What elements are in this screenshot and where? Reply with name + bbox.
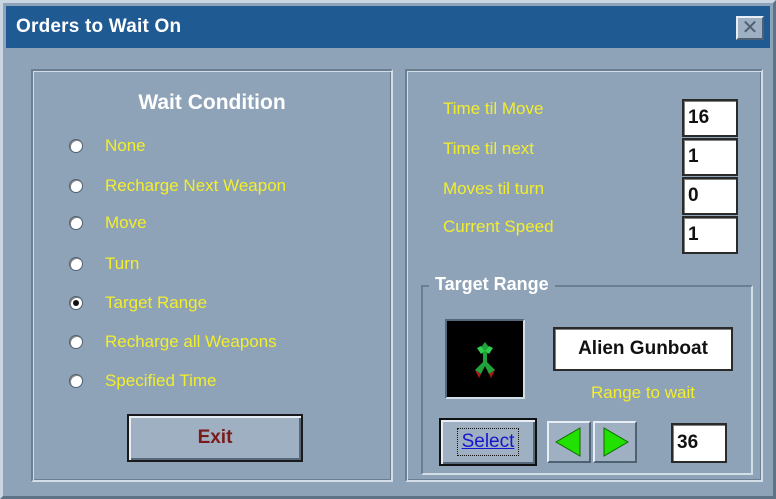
close-button[interactable]: ✕: [736, 16, 764, 40]
moves-til-turn-label: Moves til turn: [443, 179, 545, 198]
radio-button[interactable]: [69, 179, 83, 193]
alien-gunboat-icon: [475, 342, 495, 378]
title-bar: Orders to Wait On ✕: [6, 6, 770, 48]
current-speed-label: Current Speed: [443, 217, 554, 236]
radio-button[interactable]: [69, 374, 83, 388]
time-til-move-field[interactable]: 16: [682, 99, 738, 137]
select-button[interactable]: Select: [439, 418, 537, 466]
range-decrease-button[interactable]: [547, 421, 591, 463]
radio-option-recharge-next-weapon[interactable]: Recharge Next Weapon: [69, 173, 286, 199]
radio-label: Recharge all Weapons: [105, 332, 277, 351]
window-title: Orders to Wait On: [16, 16, 182, 37]
radio-button-selected[interactable]: [69, 296, 83, 310]
target-name-field[interactable]: Alien Gunboat: [553, 327, 733, 371]
arrow-right-icon: [603, 427, 629, 457]
radio-label: Turn: [105, 254, 140, 273]
radio-option-turn[interactable]: Turn: [69, 251, 139, 277]
moves-til-turn-field[interactable]: 0: [682, 177, 738, 215]
current-speed-field[interactable]: 1: [682, 216, 738, 254]
orders-to-wait-on-dialog: Orders to Wait On ✕ Wait Condition None …: [0, 0, 776, 499]
range-to-wait-label: Range to wait: [591, 383, 695, 402]
time-til-next-field[interactable]: 1: [682, 138, 738, 176]
status-panel: Time til Move 16 Time til next 1 Moves t…: [405, 69, 763, 482]
radio-button[interactable]: [69, 216, 83, 230]
select-button-label: Select: [456, 428, 520, 456]
radio-label: Target Range: [105, 293, 208, 312]
radio-label: None: [105, 136, 146, 155]
radio-label: Recharge Next Weapon: [105, 176, 287, 195]
radio-button[interactable]: [69, 257, 83, 271]
radio-button[interactable]: [69, 139, 83, 153]
time-til-next-label: Time til next: [443, 139, 535, 158]
radio-button[interactable]: [69, 335, 83, 349]
radio-option-recharge-all-weapons[interactable]: Recharge all Weapons: [69, 329, 277, 355]
radio-label: Specified Time: [105, 371, 217, 390]
range-increase-button[interactable]: [593, 421, 637, 463]
range-value-field[interactable]: 36: [671, 423, 727, 463]
radio-option-move[interactable]: Move: [69, 210, 147, 236]
radio-option-target-range[interactable]: Target Range: [69, 290, 207, 316]
wait-condition-title: Wait Condition: [138, 91, 286, 114]
time-til-move-label: Time til Move: [443, 99, 544, 118]
exit-button[interactable]: Exit: [127, 414, 303, 462]
radio-option-none[interactable]: None: [69, 133, 146, 159]
radio-label: Move: [105, 213, 147, 232]
wait-condition-panel: Wait Condition None Recharge Next Weapon…: [31, 69, 393, 482]
target-range-title: Target Range: [429, 274, 555, 295]
radio-option-specified-time[interactable]: Specified Time: [69, 368, 217, 394]
arrow-left-icon: [555, 427, 581, 457]
target-ship-portrait: [445, 319, 525, 399]
close-icon: ✕: [741, 15, 759, 39]
